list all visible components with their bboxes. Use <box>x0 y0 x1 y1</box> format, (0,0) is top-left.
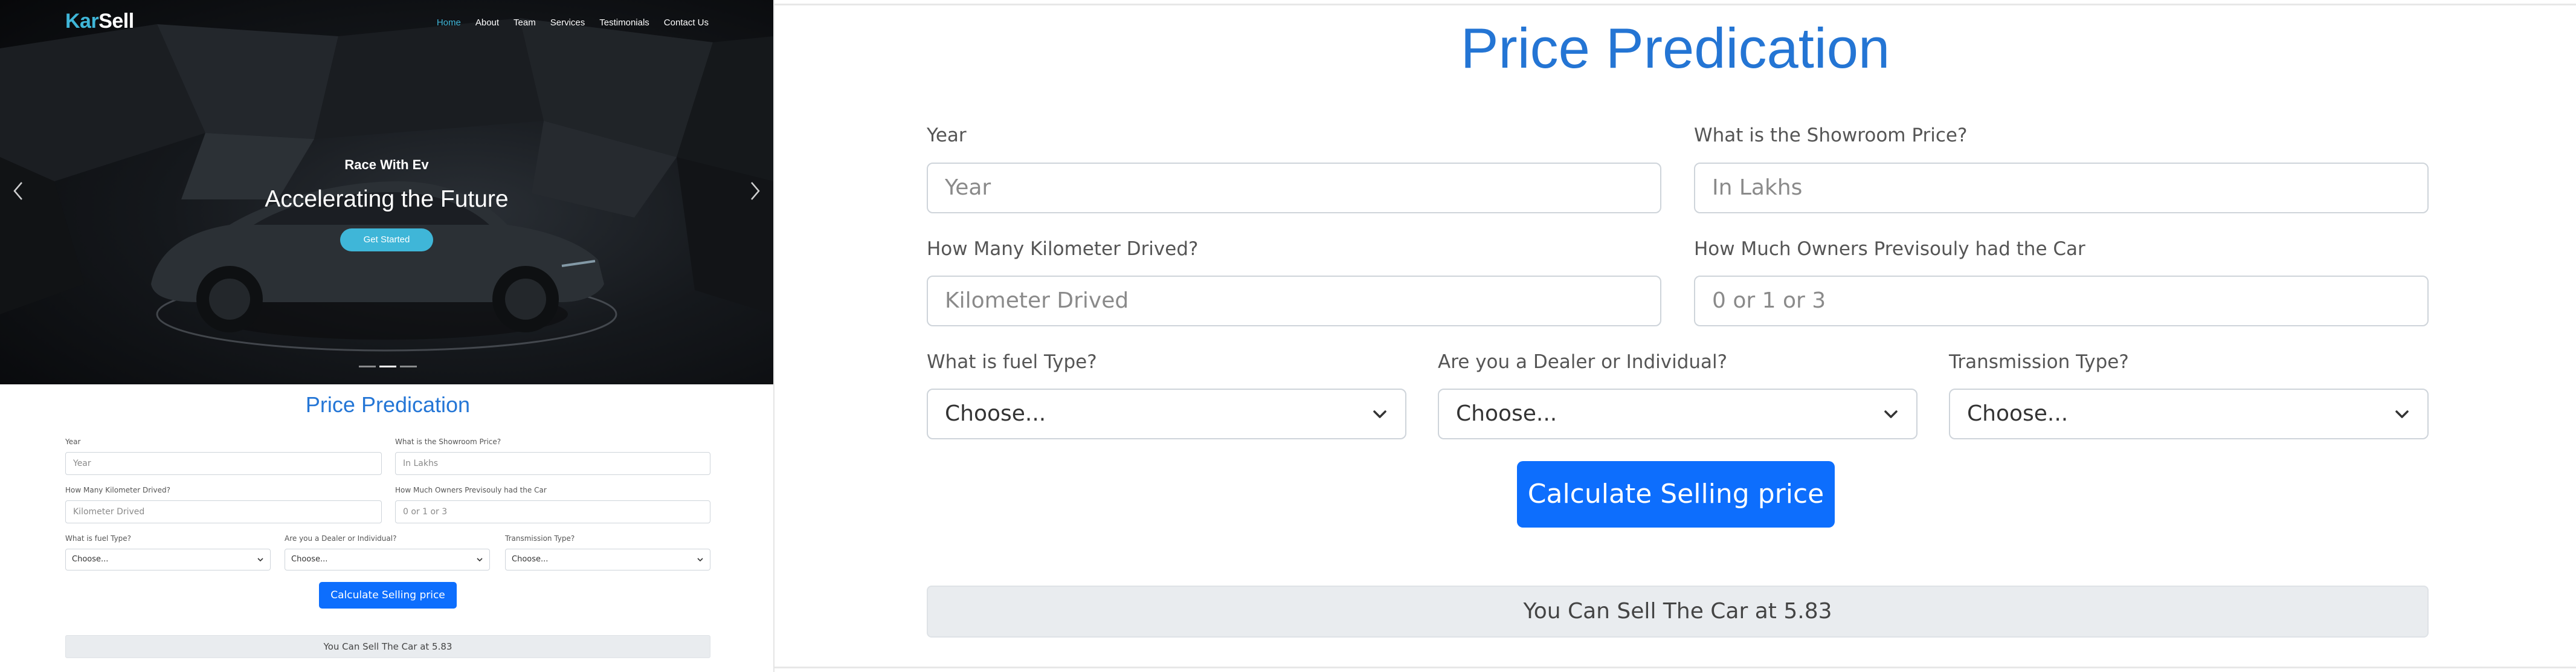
nav-home[interactable]: Home <box>437 18 461 28</box>
page-preview: KarSell Home About Team Services Testimo… <box>0 0 773 672</box>
carousel-indicator-2[interactable] <box>379 366 396 367</box>
fuel-type-select-value: Choose... <box>945 401 1046 426</box>
chevron-down-icon <box>2395 410 2409 418</box>
hero-subtitle: Race With Ev <box>344 157 429 172</box>
form-title-preview: Price Predication <box>305 392 471 417</box>
owners-label-preview: How Much Owners Previsouly had the Car <box>395 486 547 494</box>
seller-select-preview[interactable]: Choose... <box>285 549 490 570</box>
fuel-select-preview[interactable]: Choose... <box>65 549 271 570</box>
transmission-select-preview[interactable]: Choose... <box>505 549 710 570</box>
transmission-select-value: Choose... <box>1967 401 2069 426</box>
calculate-selling-price-button[interactable]: Calculate Selling price <box>1517 461 1835 528</box>
showroom-price-label: What is the Showroom Price? <box>1694 124 1968 146</box>
year-label: Year <box>927 124 967 146</box>
price-form-preview: Price Predication Year Year What is the … <box>65 384 710 672</box>
brand-part-1: Kar <box>65 10 99 33</box>
top-rule <box>774 4 2576 5</box>
bottom-rule <box>774 667 2576 668</box>
transmission-label: Transmission Type? <box>1949 351 2129 373</box>
year-input-preview[interactable]: Year <box>65 452 382 475</box>
navbar: KarSell Home About Team Services Testimo… <box>0 0 773 48</box>
chevron-down-icon <box>477 558 483 562</box>
carousel-indicators <box>359 366 417 367</box>
transmission-select[interactable]: Choose... <box>1949 389 2429 439</box>
showroom-price-input-preview[interactable]: In Lakhs <box>395 452 710 475</box>
nav-testimonials[interactable]: Testimonials <box>599 18 649 28</box>
result-box: You Can Sell The Car at 5.83 <box>927 586 2429 638</box>
nav-contact-us[interactable]: Contact Us <box>664 18 709 28</box>
carousel-indicator-1[interactable] <box>359 366 376 367</box>
hero-caption: Race With Ev Accelerating the Future Get… <box>0 157 773 251</box>
fuel-type-label: What is fuel Type? <box>927 351 1097 373</box>
form-title: Price Predication <box>1460 16 1890 80</box>
seller-label-preview: Are you a Dealer or Individual? <box>285 534 397 543</box>
brand-logo[interactable]: KarSell <box>65 10 134 33</box>
seller-type-select[interactable]: Choose... <box>1438 389 1918 439</box>
hero-carousel: KarSell Home About Team Services Testimo… <box>0 0 773 384</box>
seller-select-value-preview: Choose... <box>291 555 328 564</box>
owners-input-preview[interactable]: 0 or 1 or 3 <box>395 500 710 523</box>
nav-links: Home About Team Services Testimonials Co… <box>437 18 709 28</box>
transmission-label-preview: Transmission Type? <box>505 534 575 543</box>
kms-driven-label: How Many Kilometer Drived? <box>927 238 1199 260</box>
nav-team[interactable]: Team <box>514 18 536 28</box>
chevron-down-icon <box>697 558 703 562</box>
kms-input-preview[interactable]: Kilometer Drived <box>65 500 382 523</box>
brand-part-2: Sell <box>98 10 134 33</box>
price-form: Price Predication Year Year What is the … <box>774 0 2576 672</box>
chevron-down-icon <box>1884 410 1898 418</box>
result-box-preview: You Can Sell The Car at 5.83 <box>65 635 710 658</box>
kms-driven-input[interactable]: Kilometer Drived <box>927 276 1661 326</box>
fuel-type-select[interactable]: Choose... <box>927 389 1406 439</box>
owners-input[interactable]: 0 or 1 or 3 <box>1694 276 2429 326</box>
fuel-select-value-preview: Choose... <box>72 555 109 564</box>
chevron-right-icon <box>751 182 760 200</box>
nav-services[interactable]: Services <box>550 18 585 28</box>
seller-type-select-value: Choose... <box>1456 401 1557 426</box>
kms-label-preview: How Many Kilometer Drived? <box>65 486 170 494</box>
showroom-price-label-preview: What is the Showroom Price? <box>395 438 501 446</box>
owners-label: How Much Owners Previsouly had the Car <box>1694 238 2085 260</box>
year-label-preview: Year <box>65 438 81 446</box>
chevron-left-icon <box>13 182 22 200</box>
chevron-down-icon <box>257 558 263 562</box>
showroom-price-input[interactable]: In Lakhs <box>1694 163 2429 213</box>
get-started-button[interactable]: Get Started <box>340 228 433 251</box>
carousel-prev-button[interactable] <box>10 179 28 203</box>
hero-title: Accelerating the Future <box>265 186 509 212</box>
chevron-down-icon <box>1373 410 1386 418</box>
seller-type-label: Are you a Dealer or Individual? <box>1438 351 1728 373</box>
year-input[interactable]: Year <box>927 163 1661 213</box>
carousel-next-button[interactable] <box>745 179 764 203</box>
transmission-select-value-preview: Choose... <box>512 555 549 564</box>
fuel-label-preview: What is fuel Type? <box>65 534 132 543</box>
calculate-button-preview[interactable]: Calculate Selling price <box>319 582 457 609</box>
nav-about[interactable]: About <box>475 18 499 28</box>
carousel-indicator-3[interactable] <box>400 366 417 367</box>
